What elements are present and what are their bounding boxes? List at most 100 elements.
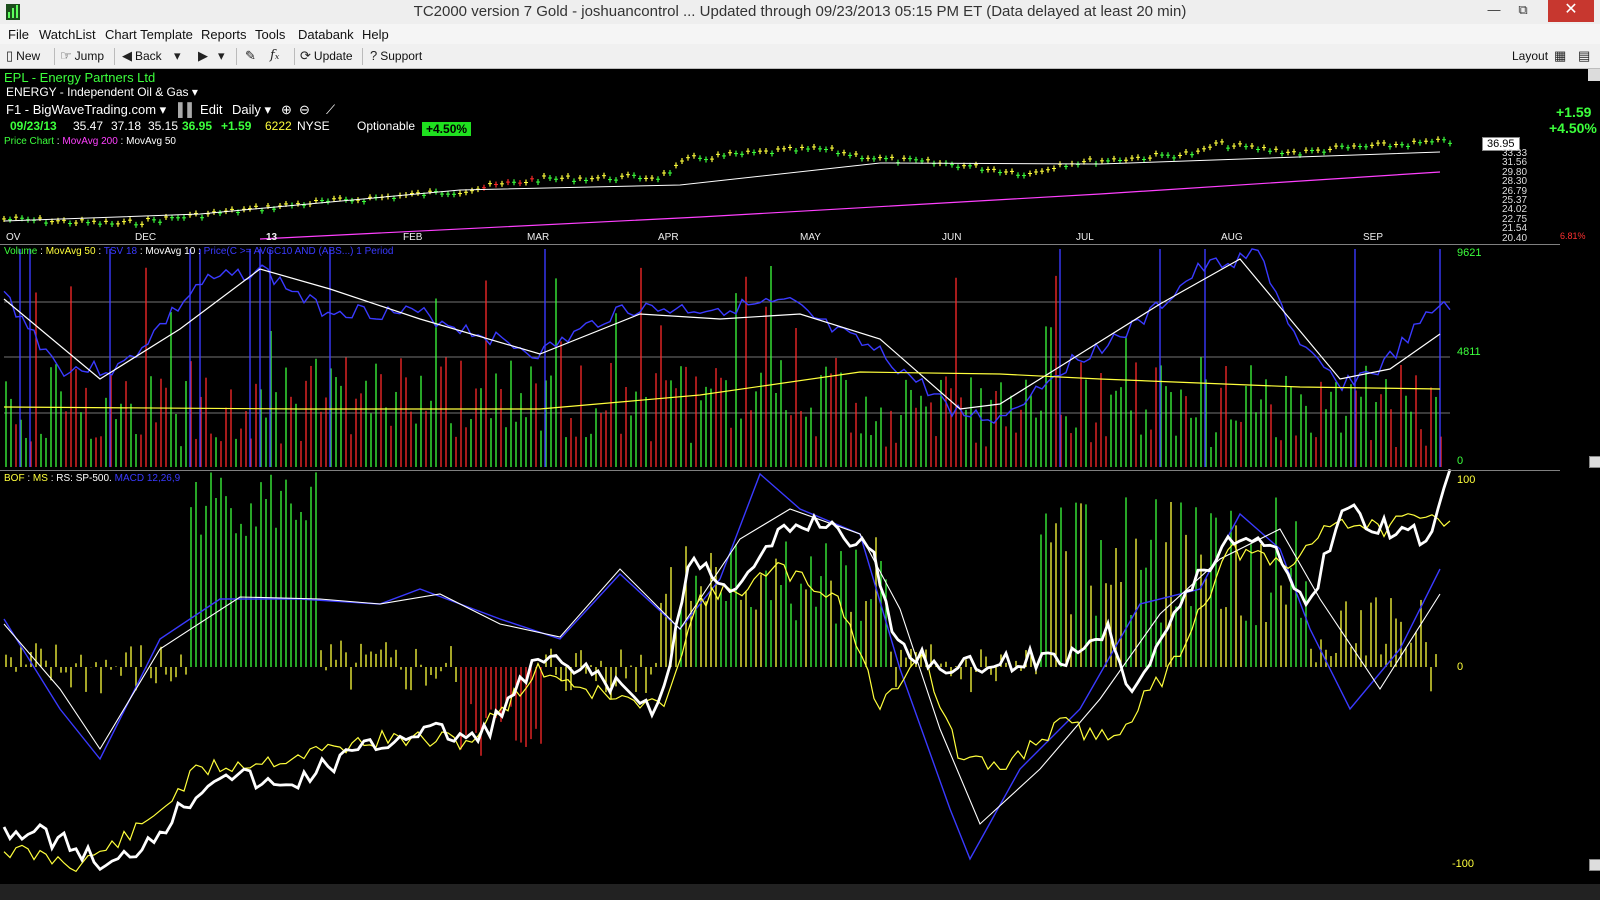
legend-separator: :	[50, 473, 54, 484]
legend-ma200[interactable]: MovAvg 200	[62, 136, 117, 147]
legend-separator: :	[198, 246, 201, 257]
jump-button[interactable]: ☞ Jump	[60, 48, 104, 64]
legend-ma50[interactable]: MovAvg 50	[126, 136, 176, 147]
zoom-out-button[interactable]: ⊖	[299, 102, 310, 118]
optionable-label: Optionable	[357, 119, 416, 133]
volume-pane-button[interactable]	[1589, 456, 1600, 468]
back-history-dropdown[interactable]: ▾	[174, 48, 184, 64]
volume-scale-mid: 4811	[1457, 346, 1481, 358]
pane-divider[interactable]	[0, 470, 1560, 471]
legend-price-chart[interactable]: Price Chart	[4, 136, 54, 147]
menu-tools[interactable]: Tools	[255, 27, 285, 42]
symbol-name[interactable]: EPL - Energy Partners Ltd	[4, 70, 155, 85]
menu-databank[interactable]: Databank	[298, 27, 354, 42]
back-button[interactable]: ◀ Back	[122, 48, 162, 64]
industry-selector[interactable]: ENERGY - Independent Oil & Gas ▾	[6, 85, 198, 99]
legend-separator: :	[120, 136, 124, 147]
legend-separator: :	[40, 246, 43, 257]
month-label: MAR	[527, 232, 550, 243]
legend-vol-ma50[interactable]: MovAvg 50	[46, 246, 96, 257]
month-label: AUG	[1221, 232, 1243, 243]
legend-condition[interactable]: Price(C >= AVGC10 AND (ABS...) 1 Period	[204, 246, 394, 257]
month-label: SEP	[1363, 232, 1384, 243]
support-button[interactable]: ? Support	[370, 48, 422, 63]
volume-pane-legend: Volume : MovAvg 50 : TSV 18 : MovAvg 10 …	[4, 246, 394, 257]
toolbar-separator	[236, 48, 237, 65]
quote-close: 36.95	[182, 119, 213, 133]
forward-arrow-icon: ▶	[198, 48, 208, 63]
minimize-button[interactable]: —	[1480, 0, 1508, 22]
restore-button[interactable]: ⧉	[1508, 0, 1538, 22]
legend-bof[interactable]: BOF	[4, 473, 25, 484]
chart-canvas[interactable]	[0, 69, 1600, 900]
legend-ms[interactable]: MS	[33, 473, 48, 484]
month-label: JUL	[1076, 232, 1094, 243]
month-label: MAY	[800, 232, 821, 243]
legend-separator: :	[139, 246, 143, 257]
oscillator-pane-button[interactable]	[1589, 859, 1600, 871]
close-button[interactable]: ✕	[1548, 0, 1594, 22]
timeframe-selector[interactable]: Daily ▾	[232, 102, 271, 118]
zoom-in-icon: ⊕	[281, 102, 292, 117]
legend-separator: :	[56, 136, 60, 147]
formula-button[interactable]: fₓ	[270, 48, 282, 63]
edit-button[interactable]: ▌▌ Edit	[178, 102, 222, 117]
menu-watchlist[interactable]: WatchList	[39, 27, 96, 42]
menu-chart-template[interactable]: Chart Template	[105, 27, 193, 42]
legend-macd[interactable]: MACD 12,26,9	[115, 473, 181, 484]
forward-history-dropdown[interactable]: ▾	[218, 48, 228, 64]
panes-icon: ▤	[1578, 48, 1591, 63]
chevron-down-icon: ▾	[264, 102, 272, 117]
menu-file[interactable]: File	[8, 27, 29, 42]
volume-ma50-line	[3, 371, 1441, 410]
oscillator-pane-legend: BOF : MS : RS: SP-500. MACD 12,26,9	[4, 473, 180, 484]
toolbar-separator	[362, 48, 363, 65]
quote-date: 09/23/13	[10, 119, 57, 133]
volume-scale-max: 9621	[1457, 247, 1482, 259]
draw-tool-button[interactable]: ✎	[245, 48, 259, 64]
ma200-line	[259, 171, 1441, 240]
menu-bar: File WatchList Chart Template Reports To…	[0, 24, 1600, 44]
quote-change: +1.59	[221, 119, 252, 133]
legend-rs[interactable]: RS: SP-500.	[56, 473, 112, 484]
scroll-button[interactable]	[1588, 69, 1600, 81]
horizontal-scrollbar[interactable]	[0, 884, 1600, 900]
draw-line-button[interactable]: ⟋	[326, 102, 335, 118]
pencil-icon: ✎	[245, 48, 256, 63]
pane-divider[interactable]	[0, 244, 1560, 245]
quote-open: 35.47	[73, 119, 104, 133]
update-button[interactable]: ⟳ Update	[300, 48, 353, 64]
title-bar: TC2000 version 7 Gold - joshuancontrol .…	[0, 0, 1600, 25]
chevron-down-icon: ▾	[191, 85, 198, 99]
toolbar: ▯ New ☞ Jump ◀ Back ▾ ▶ ▾ ✎ fₓ ⟳ Update ? Sup…	[0, 44, 1600, 69]
percent-change-badge: +4.50%	[422, 122, 472, 136]
new-button[interactable]: ▯ New	[6, 48, 40, 64]
back-arrow-icon: ◀	[122, 48, 132, 63]
legend-tsv-ma10[interactable]: MovAvg 10	[145, 246, 195, 257]
legend-volume[interactable]: Volume	[4, 246, 37, 257]
volume-scale-min: 0	[1457, 455, 1464, 467]
watchlist-selector[interactable]: F1 - BigWaveTrading.com ▾	[6, 102, 166, 118]
bar-chart-icon: ▌▌	[178, 102, 197, 117]
price-scale: 33.33 31.56 29.80 28.30 26.79 25.37 24.0…	[1502, 148, 1527, 243]
toolbar-separator	[54, 48, 55, 65]
chevron-down-icon: ▾	[159, 102, 167, 117]
window-title: TC2000 version 7 Gold - joshuancontrol .…	[413, 3, 1187, 20]
osc-scale-min: -100	[1452, 858, 1475, 870]
zoom-in-button[interactable]: ⊕	[281, 102, 292, 118]
layout-panes-button[interactable]: ▤	[1578, 48, 1593, 64]
layout-button[interactable]: Layout ▦	[1512, 48, 1569, 64]
quote-volume: 6222	[265, 119, 292, 133]
month-label: JUN	[942, 232, 962, 243]
chevron-down-icon: ▾	[218, 48, 225, 63]
osc-scale-zero: 0	[1457, 661, 1464, 673]
forward-button[interactable]: ▶	[198, 48, 211, 64]
month-label: FEB	[403, 232, 423, 243]
menu-reports[interactable]: Reports	[201, 27, 247, 42]
osc-scale-max: 100	[1457, 474, 1476, 486]
month-label: DEC	[135, 232, 157, 243]
chart-area: EPL - Energy Partners Ltd ENERGY - Indep…	[0, 69, 1600, 900]
legend-tsv[interactable]: TSV 18	[104, 246, 137, 257]
menu-help[interactable]: Help	[362, 27, 389, 42]
line-draw-icon: ⟋	[326, 102, 336, 117]
